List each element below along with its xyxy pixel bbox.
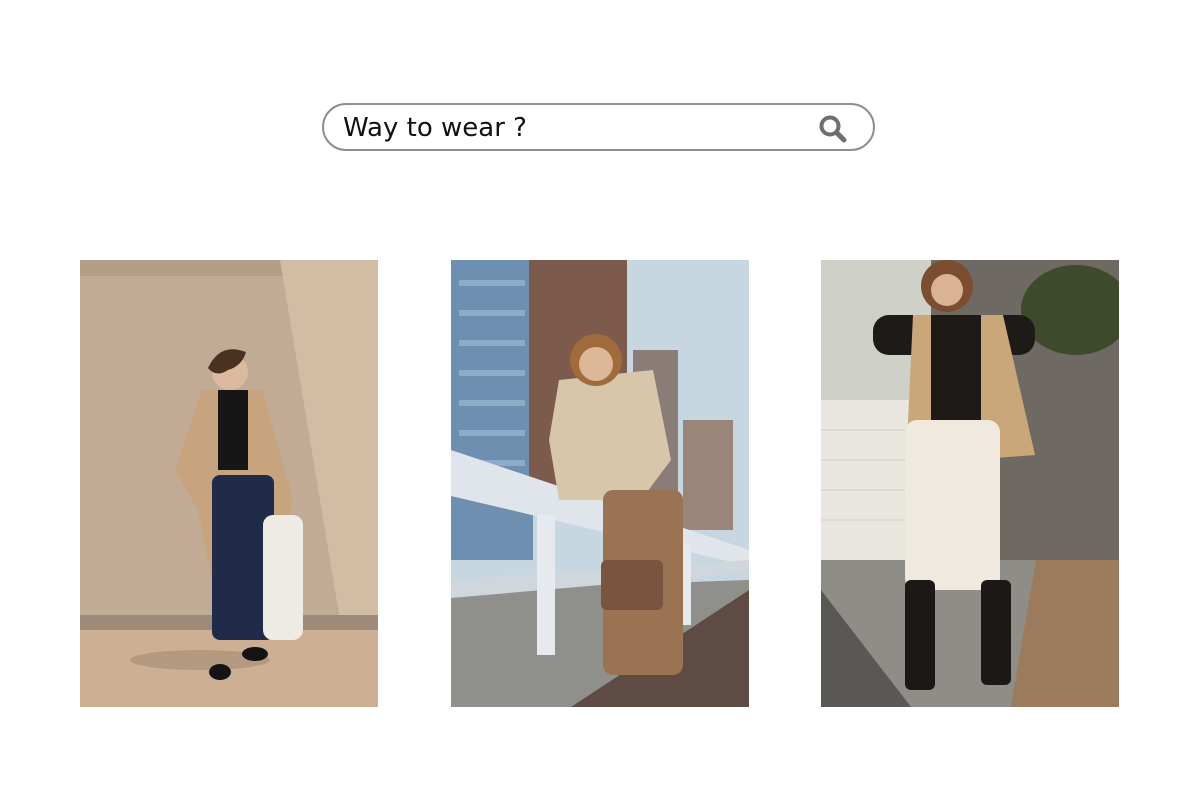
search-input[interactable]: Way to wear ? — [343, 113, 527, 143]
outfit-photo-trench-coat[interactable] — [80, 260, 378, 707]
search-icon[interactable] — [817, 113, 849, 145]
search-bar[interactable]: Way to wear ? — [322, 103, 875, 151]
outfit-photo-fleece-pullover[interactable] — [451, 260, 749, 707]
outfit-photo-puffer-vest[interactable] — [821, 260, 1119, 707]
